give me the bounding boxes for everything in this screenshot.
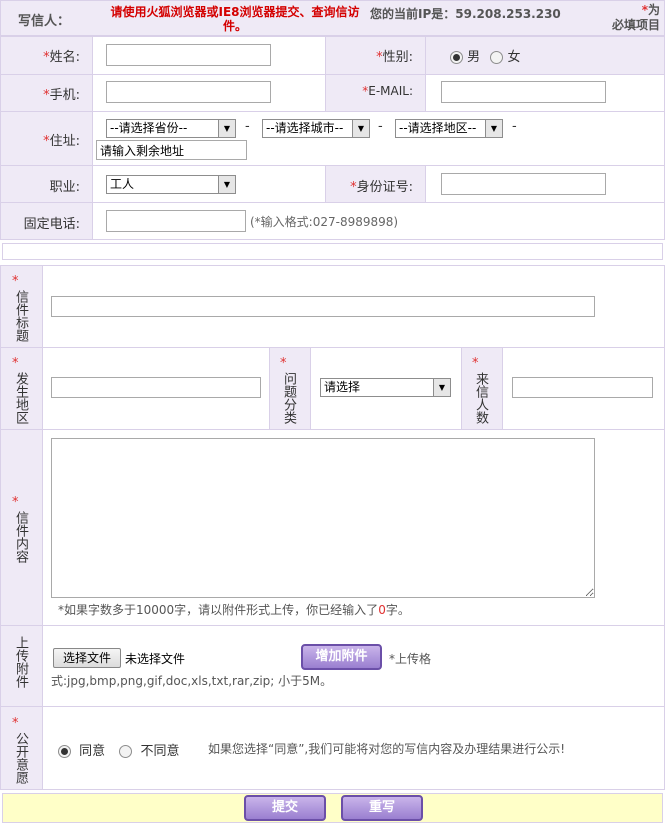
publish-agree-radio[interactable] bbox=[58, 745, 71, 758]
job-label: 职业: bbox=[49, 180, 80, 195]
reset-button[interactable]: 重写 bbox=[341, 795, 423, 821]
address-dash-2: - bbox=[378, 119, 383, 134]
email-label: *E-MAIL: bbox=[362, 84, 413, 98]
address-dash-3: - bbox=[512, 119, 517, 134]
add-attachment-button[interactable]: 增加附件 bbox=[301, 644, 382, 670]
publish-note: 如果您选择“同意”,我们可能将对您的写信内容及办理结果进行公示! bbox=[208, 742, 566, 756]
chevron-down-icon: ▼ bbox=[485, 120, 502, 137]
category-label: *问题分类 bbox=[280, 356, 296, 424]
no-file-text: 未选择文件 bbox=[125, 652, 186, 666]
writer-label: 写信人： bbox=[18, 14, 71, 29]
job-select[interactable]: 工人 ▼ bbox=[106, 175, 236, 194]
gender-female-radio[interactable] bbox=[490, 51, 504, 64]
phone-input[interactable] bbox=[106, 210, 246, 232]
email-input[interactable] bbox=[441, 81, 606, 103]
required-note-1: 为 bbox=[647, 3, 660, 17]
section-divider bbox=[2, 243, 663, 260]
upload-types: 式:jpg,bmp,png,gif,doc,xls,txt,rar,zip; 小… bbox=[51, 674, 333, 688]
mobile-input[interactable] bbox=[106, 81, 271, 103]
content-textarea[interactable] bbox=[51, 438, 595, 598]
browser-warning: 请使用火狐浏览器或IE8浏览器提交、查询信访件。 bbox=[110, 5, 360, 33]
chevron-down-icon: ▼ bbox=[218, 120, 235, 137]
letter-title-label: *信件标题 bbox=[12, 274, 28, 342]
letter-title-input[interactable] bbox=[51, 296, 595, 317]
ip-address: 您的当前IP是：59.208.253.230 bbox=[370, 7, 561, 21]
city-select[interactable]: --请选择城市-- ▼ bbox=[262, 119, 370, 138]
phone-label: 固定电话: bbox=[23, 217, 80, 232]
gender-label: *性别: bbox=[376, 50, 413, 65]
idcard-input[interactable] bbox=[441, 173, 606, 195]
name-label: *姓名: bbox=[43, 50, 80, 65]
publish-label: *公开意愿 bbox=[12, 716, 28, 784]
address-detail-input[interactable] bbox=[96, 140, 247, 160]
address-label: *住址: bbox=[43, 134, 80, 149]
mobile-label: *手机: bbox=[43, 88, 80, 103]
publish-agree-label: 同意 bbox=[79, 744, 106, 759]
chevron-down-icon: ▼ bbox=[352, 120, 369, 137]
name-input[interactable] bbox=[106, 44, 271, 66]
footer-bar bbox=[2, 793, 663, 823]
required-note-2: 必填项目 bbox=[611, 18, 660, 32]
publish-disagree-label: 不同意 bbox=[140, 744, 180, 759]
chevron-down-icon: ▼ bbox=[433, 379, 450, 396]
phone-format-hint: (*输入格式:027-8989898) bbox=[250, 215, 399, 229]
people-count-input[interactable] bbox=[512, 377, 653, 398]
address-dash-1: - bbox=[245, 119, 250, 134]
submit-button[interactable]: 提交 bbox=[244, 795, 326, 821]
place-input[interactable] bbox=[51, 377, 261, 398]
upload-format-hint: *上传格 bbox=[389, 652, 432, 666]
place-label: *发生地区 bbox=[12, 356, 28, 424]
gender-male-label: 男 bbox=[467, 50, 481, 65]
province-select[interactable]: --请选择省份-- ▼ bbox=[106, 119, 236, 138]
upload-label: 上传附件 bbox=[13, 636, 28, 688]
content-label: *信件内容 bbox=[12, 495, 28, 563]
district-select[interactable]: --请选择地区-- ▼ bbox=[395, 119, 503, 138]
gender-radio-group: 男 女 bbox=[450, 46, 520, 65]
publish-disagree-radio[interactable] bbox=[119, 745, 133, 758]
choose-file-button[interactable]: 选择文件 bbox=[53, 648, 121, 668]
people-count-label: *来信人数 bbox=[472, 356, 488, 424]
gender-male-radio[interactable] bbox=[450, 51, 463, 64]
idcard-label: *身份证号: bbox=[350, 180, 413, 195]
gender-female-label: 女 bbox=[507, 50, 521, 65]
chevron-down-icon: ▼ bbox=[218, 176, 235, 193]
required-note: *为 必填项目 bbox=[600, 3, 660, 33]
publish-radio-group: 同意 不同意 bbox=[58, 740, 179, 759]
content-length-hint: *如果字数多于10000字，请以附件形式上传，你已经输入了0字。 bbox=[58, 603, 410, 617]
category-select[interactable]: 请选择 ▼ bbox=[320, 378, 451, 397]
content-char-count: 0 bbox=[378, 603, 386, 617]
